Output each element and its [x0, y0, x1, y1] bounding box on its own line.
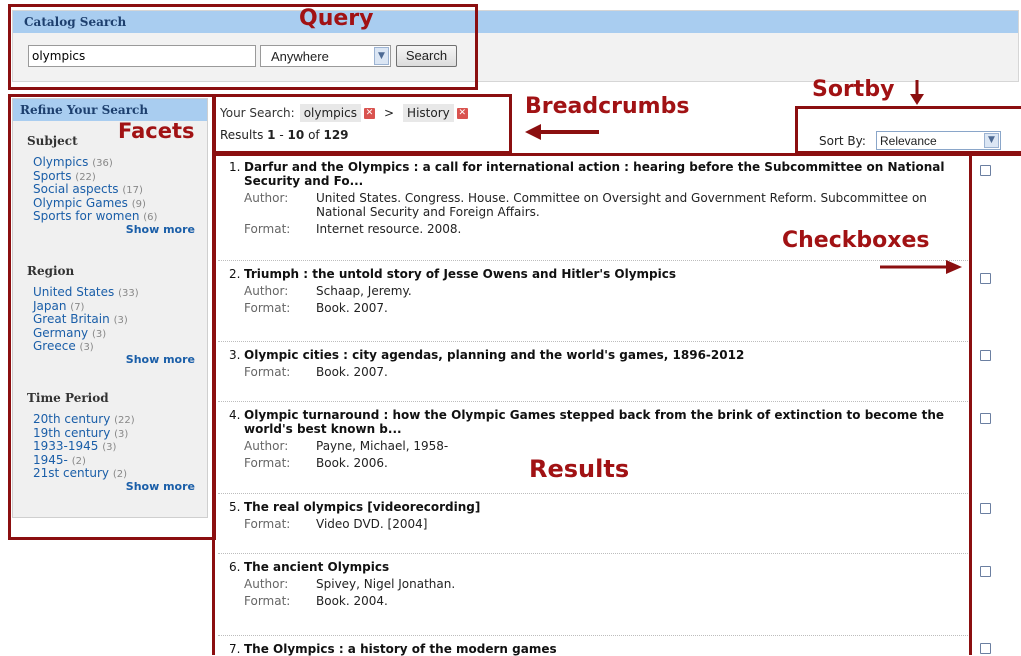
arrow-left-icon: [525, 124, 599, 140]
arrow-right-icon: [880, 260, 962, 274]
query-region-box: [8, 4, 478, 90]
facets-region-box: [8, 94, 216, 540]
breadcrumbs-region-box: [212, 94, 512, 154]
breadcrumbs-annotation-label: Breadcrumbs: [525, 94, 690, 119]
query-annotation-label: Query: [299, 6, 374, 31]
facets-annotation-label: Facets: [118, 119, 195, 143]
sortby-annotation-label: Sortby: [812, 77, 895, 102]
results-annotation-label: Results: [529, 455, 630, 483]
sortby-region-box: [795, 106, 1021, 154]
checkboxes-annotation-label: Checkboxes: [782, 228, 930, 253]
checkboxes-region-box: [968, 153, 1021, 655]
arrow-down-icon: [910, 80, 924, 105]
